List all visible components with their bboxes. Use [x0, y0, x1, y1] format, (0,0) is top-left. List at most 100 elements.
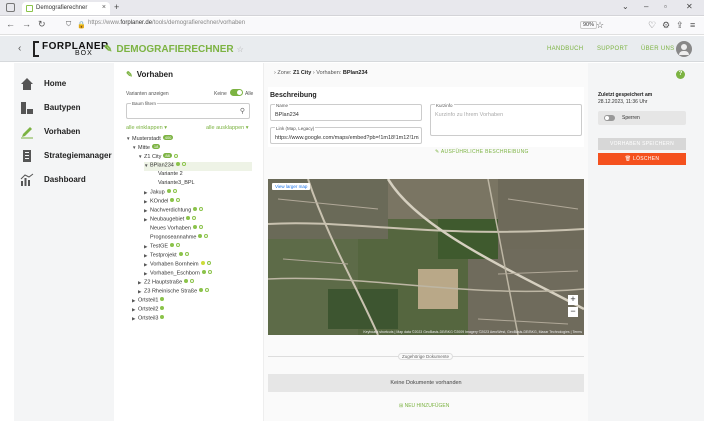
tree-node-ortsteil1[interactable]: ▶ Ortsteil1: [132, 297, 165, 306]
link-ueber-uns[interactable]: ÜBER UNS: [641, 46, 674, 52]
save-button[interactable]: VORHABEN SPEICHERN: [598, 138, 686, 150]
trash-icon: 🗑: [624, 156, 634, 162]
add-document-button[interactable]: ⊞ NEU HINZUFÜGEN: [399, 403, 449, 409]
tree-node-ortsteil3[interactable]: ▶ Ortsteil3: [132, 315, 165, 324]
filter-legend: Baum filtern: [131, 101, 158, 106]
back-icon[interactable]: ←: [6, 19, 15, 29]
url-path: /tools/demografierechner/vorhaben: [152, 20, 246, 26]
filter-icon[interactable]: ⚲: [240, 107, 245, 115]
browser-tab[interactable]: Demografierechner ×: [22, 2, 110, 15]
building-types-icon: [21, 102, 33, 114]
address-bar[interactable]: https://www.forplaner.de/tools/demografi…: [88, 20, 245, 26]
embedded-map[interactable]: View larger map + − Keyboard shortcuts |…: [268, 179, 584, 335]
tree-node-kondel[interactable]: ▶ KOndel: [144, 198, 181, 207]
maximize-icon[interactable]: ▫: [664, 2, 667, 11]
toggle-left-label: Keine: [214, 91, 227, 97]
shield-icon[interactable]: ⛉: [66, 21, 71, 29]
pocket-icon[interactable]: ♡: [648, 20, 656, 31]
logo[interactable]: FORPLANER BOX: [33, 41, 108, 58]
tree-node-ortsteil2[interactable]: ▶ Ortsteil2: [132, 306, 165, 315]
tree-filter-input[interactable]: Baum filtern ⚲: [126, 101, 250, 119]
add-document-label: NEU HINZUFÜGEN: [404, 403, 450, 409]
sidebar-item-bautypen[interactable]: Bautypen: [20, 99, 114, 119]
new-tab-icon[interactable]: +: [114, 2, 119, 12]
status-dot-icon: [184, 279, 189, 283]
delete-button[interactable]: 🗑 LÖSCHEN: [598, 153, 686, 165]
status-dot-icon: [186, 216, 191, 220]
tree-node-label: BPlan234: [150, 162, 174, 169]
status-dot-icon: [160, 297, 165, 301]
zoom-in-button[interactable]: +: [568, 295, 578, 305]
minimize-icon[interactable]: –: [644, 2, 648, 11]
help-icon[interactable]: ?: [676, 70, 685, 79]
tree-node-variante-2[interactable]: Variante 2: [158, 171, 183, 180]
close-window-icon[interactable]: ✕: [686, 2, 693, 11]
tree-node-vorhaben-bornheim[interactable]: ▶ Vorhaben Bornheim: [144, 261, 211, 270]
breadcrumb-separator-icon: ›: [274, 70, 276, 76]
tree-node-vorhaben-eschborn[interactable]: ▶ Vorhaben_Eschborn: [144, 270, 212, 279]
forward-icon[interactable]: →: [22, 19, 31, 29]
name-field[interactable]: Name BPlan234: [270, 103, 422, 121]
link-handbuch[interactable]: HANDBUCH: [547, 46, 583, 52]
detailed-description-button[interactable]: ✎ AUSFÜHRLICHE BESCHREIBUNG: [435, 149, 529, 155]
lock-toggle[interactable]: Sperren: [598, 111, 686, 125]
status-dot-icon: [175, 162, 180, 166]
tree-node-jakup[interactable]: ▶ Jakup: [144, 189, 177, 198]
map-link-field[interactable]: Link (Map, Legacy) https://www.google.co…: [270, 126, 422, 144]
avatar[interactable]: [676, 41, 692, 57]
collapse-nav-icon[interactable]: ‹: [18, 43, 21, 54]
url-prefix: https://www.: [88, 20, 121, 26]
sidebar-item-home[interactable]: Home: [20, 75, 114, 95]
browser-navbar: ← → ↻ ⛉ 🔒 https://www.forplaner.de/tools…: [0, 17, 704, 35]
tree-node-z1-city[interactable]: ▼ Z1 City 88: [138, 153, 178, 162]
close-tab-icon[interactable]: ×: [102, 4, 106, 11]
tree-node-neubaugebiet[interactable]: ▶ Neubaugebiet: [144, 216, 197, 225]
view-larger-map-button[interactable]: View larger map: [272, 183, 311, 190]
collapse-all-label: alle einklappen: [126, 125, 163, 131]
pencil-icon: [21, 127, 33, 139]
last-saved-date: 28.12.2023, 11:36 Uhr: [598, 99, 648, 105]
status-dot-icon: [176, 243, 181, 247]
zoom-out-button[interactable]: −: [568, 307, 578, 317]
bookmark-star-icon[interactable]: ☆: [596, 20, 604, 31]
sidebar-item-vorhaben[interactable]: Vorhaben: [20, 123, 114, 143]
short-info-field[interactable]: Kurzinfo Kurzinfo zu Ihrem Vorhaben: [430, 103, 582, 136]
chevron-down-icon[interactable]: ⌄: [622, 2, 629, 11]
tree-node-prognoseannahme[interactable]: Prognoseannahme: [150, 234, 209, 243]
tree-node-mitte[interactable]: ▼ Mitte 18: [132, 144, 161, 153]
zoom-level[interactable]: 90%: [580, 21, 598, 29]
expand-all-link[interactable]: alle ausklappen ▾: [206, 125, 249, 131]
tree-node-neues-vorhaben[interactable]: Neues Vorhaben: [150, 225, 203, 234]
variants-toggle[interactable]: [230, 89, 243, 96]
lock-icon[interactable]: 🔒: [77, 21, 86, 29]
tree-node-bplan234[interactable]: ▼ BPlan234: [144, 162, 252, 171]
favorite-star-icon[interactable]: ☆: [237, 45, 244, 54]
tree-node-nachverdichtung[interactable]: ▶ Nachverdichtung: [144, 207, 204, 216]
tree-node-z2-hauptstrasse[interactable]: ▶ Z2 Hauptstraße: [138, 279, 195, 288]
tree-node-variante3-bpl[interactable]: Variante3_BPL: [158, 180, 195, 189]
status-dot-icon: [184, 252, 189, 256]
reload-icon[interactable]: ↻: [38, 19, 46, 30]
tab-overview-icon[interactable]: [6, 3, 15, 12]
link-support[interactable]: SUPPORT: [597, 46, 628, 52]
status-dot-icon: [198, 234, 203, 238]
sidebar-item-label: Dashboard: [44, 175, 86, 184]
extension-icon[interactable]: ⚙: [662, 20, 670, 31]
app-title[interactable]: ✎ DEMOGRAFIERECHNER ☆: [104, 44, 244, 55]
tree-node-testprojekt[interactable]: ▶ Testprojekt: [144, 252, 189, 261]
breadcrumb-plan-prefix: Vorhaben:: [316, 70, 342, 76]
sidebar-item-strategiemanager[interactable]: Strategiemanager: [20, 147, 114, 167]
tree-node-musterstadt[interactable]: ▼ Musterstadt 400: [126, 135, 174, 144]
tree-node-testge[interactable]: ▶ TestGE: [144, 243, 181, 252]
tree-node-z3-rheinische-strasse[interactable]: ▶ Z3 Rheinische Straße: [138, 288, 210, 297]
app-title-text: DEMOGRAFIERECHNER: [116, 44, 234, 55]
share-icon[interactable]: ⇪: [676, 20, 684, 31]
menu-icon[interactable]: ≡: [690, 20, 695, 30]
sidebar-item-dashboard[interactable]: Dashboard: [20, 171, 114, 191]
toggle-switch-icon: [604, 115, 615, 121]
strategy-icon: [23, 150, 31, 162]
collapse-all-link[interactable]: alle einklappen ▾: [126, 125, 167, 131]
main-content: › Zone: Z1 City › Vorhaben: BPlan234 Bes…: [264, 63, 588, 421]
breadcrumb-zone[interactable]: Z1 City: [293, 70, 311, 76]
sidebar: Home Bautypen Vorhaben Strategiemanager …: [14, 63, 114, 421]
